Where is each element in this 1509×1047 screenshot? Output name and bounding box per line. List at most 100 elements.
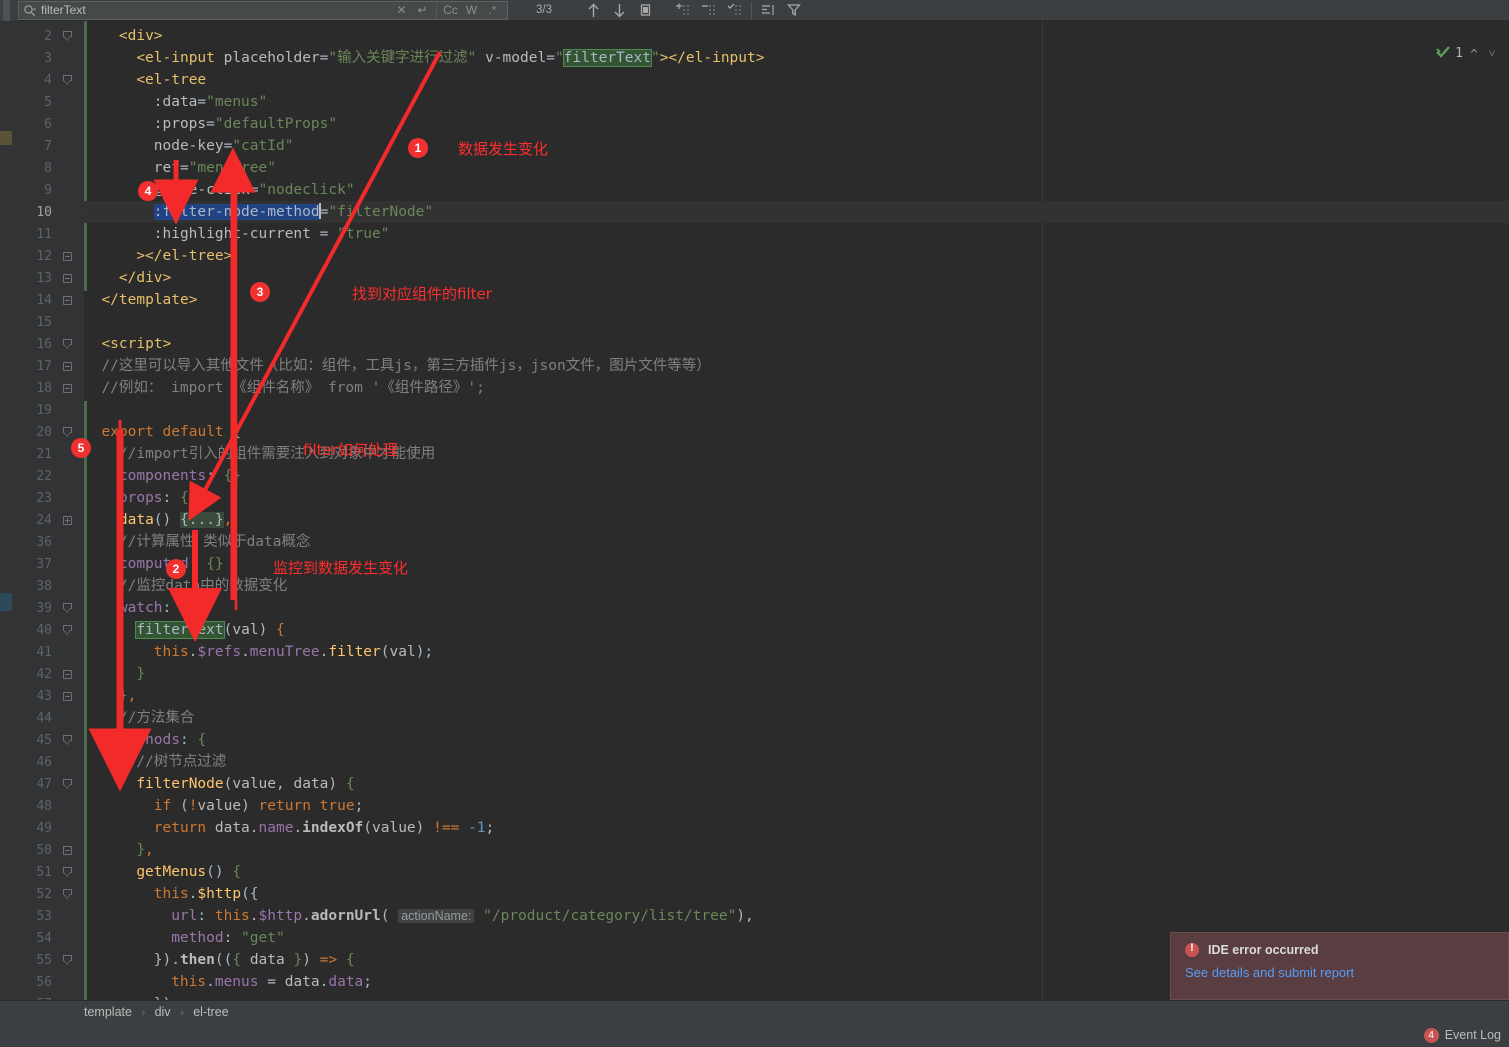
match-count: 3/3 xyxy=(536,4,552,16)
code-line-12[interactable]: ></el-tree> xyxy=(136,245,232,267)
code-line-10[interactable]: :filter-node-method="filterNode" xyxy=(153,201,433,223)
code-line-48[interactable]: if (!value) return true; xyxy=(154,795,364,817)
code-line-53[interactable]: url: this.$http.adornUrl( actionName: "/… xyxy=(171,905,754,927)
fold-marker[interactable] xyxy=(56,866,78,878)
line-number-gutter[interactable]: 2 3 4 5 6 7 8 9 10 11 12 13 14 15 16 17 18 19 20 21 22 23 24 36… xyxy=(12,21,84,1012)
code-line-2[interactable]: <div> xyxy=(119,25,163,47)
breadcrumb-item-el-tree[interactable]: el-tree xyxy=(193,1005,228,1019)
code-line-47[interactable]: filterNode(value, data) { xyxy=(136,773,354,795)
chevron-up-icon[interactable]: ^ xyxy=(1467,47,1481,61)
code-token: : xyxy=(179,732,198,748)
fold-marker[interactable] xyxy=(56,624,78,636)
code-line-51[interactable]: getMenus() { xyxy=(136,861,241,883)
code-line-41[interactable]: this.$refs.menuTree.filter(val); xyxy=(154,641,433,663)
code-line-9[interactable]: @node-click="nodeclick" xyxy=(154,179,355,201)
gutter-row: 51 xyxy=(12,861,84,883)
code-line-54[interactable]: method: "get" xyxy=(171,927,285,949)
code-content[interactable]: <div> <el-input placeholder = "输入关键字进行过滤" v… xyxy=(84,21,1509,1000)
code-line-42[interactable]: } xyxy=(136,663,145,685)
fold-marker[interactable] xyxy=(56,251,78,261)
match-case-toggle[interactable]: Cc xyxy=(440,1,461,20)
gutter-row: 53 xyxy=(12,905,84,927)
chevron-down-icon[interactable]: ˅ xyxy=(1485,46,1499,61)
fold-marker[interactable] xyxy=(56,338,78,350)
fold-marker[interactable] xyxy=(56,669,78,679)
ide-error-notification[interactable]: IDE error occurred See details and submi… xyxy=(1170,932,1509,1000)
code-line-56[interactable]: this.menus = data.data; xyxy=(171,971,372,993)
code-line-43[interactable]: }, xyxy=(119,685,136,707)
fold-marker[interactable] xyxy=(56,426,78,438)
event-log-button[interactable]: Event Log xyxy=(1445,1028,1501,1042)
fold-marker[interactable] xyxy=(56,734,78,746)
code-line-17[interactable]: //这里可以导入其他文件（比如：组件，工具js，第三方插件js，json文件，图… xyxy=(101,355,710,377)
arrow-down-icon[interactable] xyxy=(606,0,632,21)
gutter-row: 52 xyxy=(12,883,84,905)
line-number: 17 xyxy=(36,358,52,374)
remove-occurrence-icon[interactable] xyxy=(696,0,722,21)
code-line-39[interactable]: watch: { xyxy=(119,597,189,619)
regex-toggle[interactable]: .* xyxy=(482,1,503,20)
fold-marker[interactable] xyxy=(56,954,78,966)
code-line-11[interactable]: :highlight-current = "true" xyxy=(154,223,390,245)
code-line-38[interactable]: //监控data中的数据变化 xyxy=(119,575,287,597)
code-line-23[interactable]: props: {}, xyxy=(119,487,206,509)
code-line-52[interactable]: this.$http({ xyxy=(154,883,259,905)
code-line-24[interactable]: data() {...}, xyxy=(119,509,232,531)
code-line-50[interactable]: }, xyxy=(136,839,153,861)
code-line-8[interactable]: ref="menuTree" xyxy=(154,157,276,179)
fold-marker[interactable] xyxy=(56,295,78,305)
funnel-filter-icon[interactable] xyxy=(781,0,807,21)
code-line-57[interactable]: }); xyxy=(154,993,180,1000)
breadcrumb-item-template[interactable]: template xyxy=(84,1005,132,1019)
fold-marker[interactable] xyxy=(56,778,78,790)
code-line-36[interactable]: //计算属性 类似于data概念 xyxy=(119,531,311,553)
line-number: 8 xyxy=(44,160,52,176)
code-line-7[interactable]: node-key="catId" xyxy=(154,135,294,157)
code-line-13[interactable]: </div> xyxy=(119,267,171,289)
search-input[interactable]: filterText ✕ ↵ Cc W .* xyxy=(18,0,508,20)
annotation-rail[interactable] xyxy=(0,21,12,1000)
code-line-6[interactable]: :props="defaultProps" xyxy=(154,113,337,135)
code-line-5[interactable]: :data="menus" xyxy=(154,91,268,113)
code-line-49[interactable]: return data.name.indexOf(value) !== -1; xyxy=(154,817,495,839)
gutter-row: 41 xyxy=(12,641,84,663)
code-line-21[interactable]: //import引入的组件需要注入到对象中才能使用 xyxy=(119,443,435,465)
code-line-4[interactable]: <el-tree xyxy=(136,69,206,91)
code-editor[interactable]: 2 3 4 5 6 7 8 9 10 11 12 13 14 15 16 17 18 19 20 21 22 23 24 36… xyxy=(0,21,1509,1012)
breadcrumb-item-div[interactable]: div xyxy=(155,1005,171,1019)
filter-lines-icon[interactable] xyxy=(755,0,781,21)
fold-marker[interactable] xyxy=(56,361,78,371)
code-line-44[interactable]: //方法集合 xyxy=(119,707,194,729)
fold-marker[interactable] xyxy=(56,74,78,86)
code-line-55[interactable]: }).then(({ data }) => { xyxy=(154,949,355,971)
code-line-14[interactable]: </template> xyxy=(101,289,197,311)
select-all-icon[interactable] xyxy=(632,0,658,21)
fold-marker[interactable] xyxy=(56,691,78,701)
code-line-16[interactable]: <script> xyxy=(101,333,171,355)
code-line-40[interactable]: filterText(val) { xyxy=(135,619,285,641)
arrow-up-icon[interactable] xyxy=(580,0,606,21)
code-line-3[interactable]: <el-input placeholder = "输入关键字进行过滤" v-mode… xyxy=(136,47,764,69)
fold-marker[interactable] xyxy=(56,845,78,855)
fold-marker[interactable] xyxy=(56,602,78,614)
fold-marker[interactable] xyxy=(56,273,78,283)
code-line-45[interactable]: methods: { xyxy=(119,729,206,751)
close-icon[interactable]: ✕ xyxy=(391,1,412,20)
code-line-20[interactable]: export default { xyxy=(101,421,241,443)
submit-report-link[interactable]: See details and submit report xyxy=(1185,965,1494,980)
fold-marker[interactable] xyxy=(56,383,78,393)
code-line-22[interactable]: components: {} xyxy=(119,465,241,487)
add-occurrence-icon[interactable] xyxy=(670,0,696,21)
code-line-37[interactable]: computed: {} xyxy=(119,553,224,575)
inspection-widget[interactable]: 1 ^ ˅ xyxy=(1436,44,1499,63)
gutter-row: 54 xyxy=(12,927,84,949)
fold-marker[interactable] xyxy=(56,515,78,525)
code-line-46[interactable]: //树节点过滤 xyxy=(136,751,226,773)
enter-return-icon[interactable]: ↵ xyxy=(412,1,433,20)
fold-marker[interactable] xyxy=(56,30,78,42)
line-number: 3 xyxy=(44,50,52,66)
whole-words-toggle[interactable]: W xyxy=(461,1,482,20)
select-all-occurrences-icon[interactable] xyxy=(722,0,748,21)
fold-marker[interactable] xyxy=(56,888,78,900)
code-line-18[interactable]: //例如： import 《组件名称》 from '《组件路径》'; xyxy=(101,377,484,399)
